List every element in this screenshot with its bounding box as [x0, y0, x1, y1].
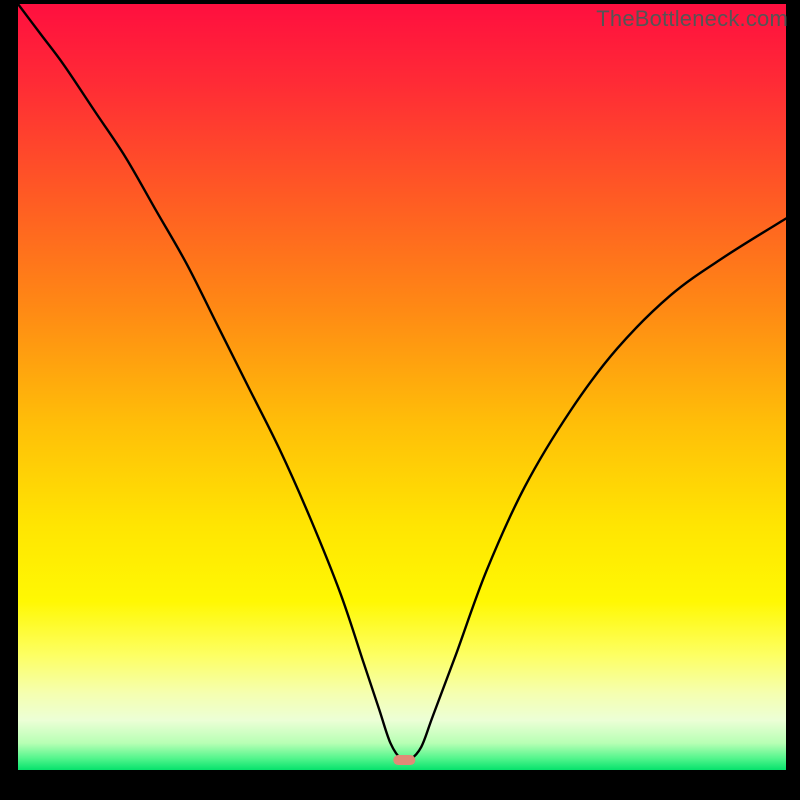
gradient-background [18, 4, 786, 770]
bottleneck-chart [0, 0, 800, 800]
optimal-marker [393, 755, 415, 765]
watermark-text: TheBottleneck.com [596, 6, 788, 32]
chart-stage: TheBottleneck.com [0, 0, 800, 800]
